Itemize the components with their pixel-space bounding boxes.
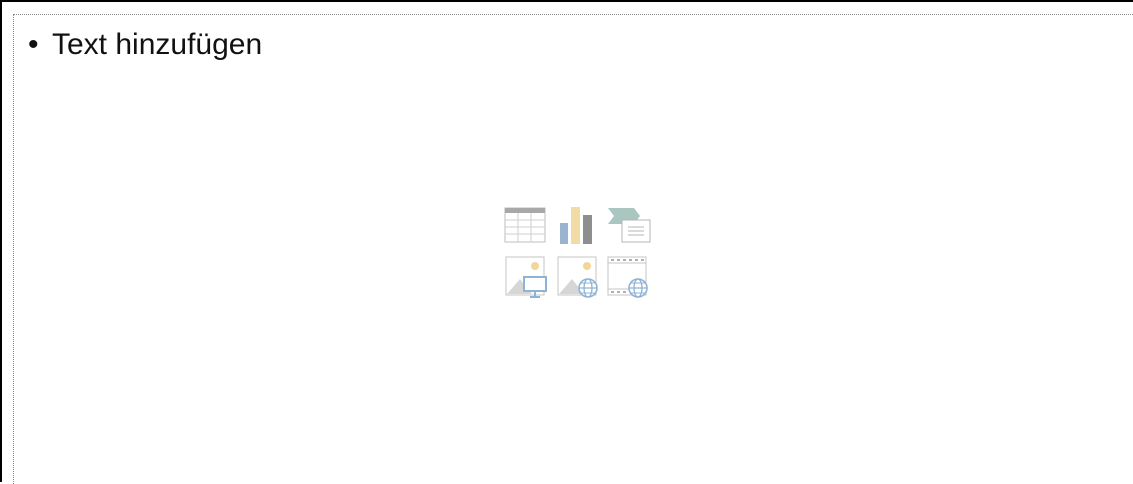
insert-online-pictures-icon[interactable] [556,255,600,299]
insert-chart-icon[interactable] [556,205,600,249]
insert-pictures-icon[interactable] [504,255,548,299]
insert-video-icon[interactable] [606,255,650,299]
slide-frame: • Text hinzufügen [0,0,1133,484]
add-text-prompt[interactable]: Text hinzufügen [52,28,262,61]
insert-table-icon[interactable] [504,205,548,249]
bullet-point: • [28,28,39,61]
insert-smartart-icon[interactable] [606,206,651,250]
insert-content-icons [494,193,651,298]
placeholder-text-line[interactable]: • Text hinzufügen [28,29,262,61]
